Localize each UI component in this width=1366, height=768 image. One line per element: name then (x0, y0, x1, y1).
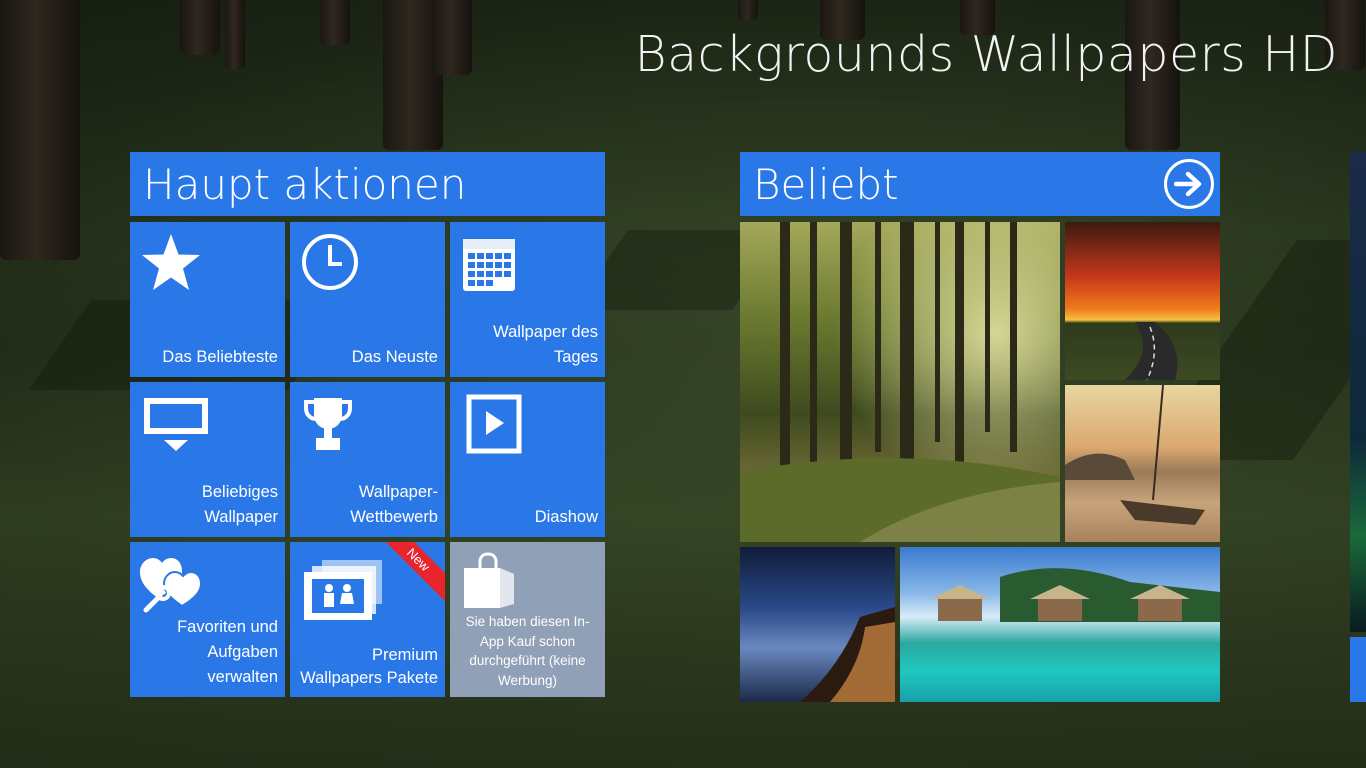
tile-label-line: Wallpapers Pakete (300, 669, 438, 687)
tile-newest[interactable]: Das Neuste (290, 222, 445, 377)
tile-label-line: Aufgaben (207, 643, 278, 661)
tile-label: Wallpaper des Tages (493, 320, 598, 370)
next-group-tile[interactable] (1350, 637, 1366, 702)
tile-random-wallpaper[interactable]: Beliebiges Wallpaper (130, 382, 285, 537)
group-title: Beliebt (753, 159, 899, 209)
tile-label-line: Wallpaper- (358, 483, 438, 501)
photo-forest[interactable] (740, 222, 1060, 542)
tile-premium-packs[interactable]: New Premium Wallpapers Pakete (290, 542, 445, 697)
premium-packs-icon (302, 558, 386, 626)
group-header-main[interactable]: Haupt aktionen (130, 152, 605, 216)
next-group-preview[interactable] (1350, 152, 1366, 632)
group-header-popular[interactable]: Beliebt (740, 152, 1220, 216)
star-icon (140, 232, 202, 298)
tree-trunk (432, 0, 472, 75)
tile-label-line: Wettbewerb (350, 508, 438, 526)
photo-beach-boat[interactable] (1065, 385, 1220, 542)
clock-icon (300, 232, 360, 296)
tile-label: Premium Wallpapers Pakete (300, 644, 438, 690)
tile-label-line: durchgeführt (keine (469, 653, 586, 668)
tile-label: Das Beliebteste (162, 348, 278, 366)
tile-label: Diashow (534, 508, 598, 526)
tile-slideshow[interactable]: Diashow (450, 382, 605, 537)
photo-tropical-bungalows[interactable] (900, 547, 1220, 702)
photo-city-night-sky[interactable] (740, 547, 895, 702)
tile-wallpaper-of-the-day[interactable]: Wallpaper des Tages (450, 222, 605, 377)
tile-label-line: Wallpaper des (493, 323, 598, 341)
tile-label-line: Tages (553, 348, 598, 366)
tile-label: Wallpaper- Wettbewerb (350, 480, 438, 530)
tile-label: Favoriten und Aufgaben verwalten (177, 615, 278, 690)
shopping-bag-icon (462, 552, 518, 614)
app-background: { "app": { "title": "Backgrounds Wallpap… (0, 0, 1366, 768)
tile-label: Sie haben diesen In- App Kauf schon durc… (456, 612, 599, 690)
tile-label-line: verwalten (207, 668, 278, 686)
tile-in-app-purchase[interactable]: Sie haben diesen In- App Kauf schon durc… (450, 542, 605, 697)
tile-label-line: Sie haben diesen In- (465, 614, 590, 629)
tree-trunk (738, 0, 758, 20)
tile-label-line: Premium (371, 646, 438, 664)
tile-label-line: Favoriten und (177, 618, 278, 636)
tile-most-popular[interactable]: Das Beliebteste (130, 222, 285, 377)
tile-label-line: Wallpaper (204, 508, 278, 526)
trophy-icon (304, 396, 352, 456)
tree-trunk (320, 0, 350, 45)
slideshow-play-icon (466, 394, 522, 458)
tile-wallpaper-contest[interactable]: Wallpaper- Wettbewerb (290, 382, 445, 537)
tile-label-line: Werbung) (497, 672, 558, 688)
tile-label: Beliebiges Wallpaper (202, 480, 278, 530)
tile-label-line: Beliebiges (201, 483, 278, 501)
monitor-icon (144, 398, 208, 458)
photo-sunset-road[interactable] (1065, 222, 1220, 380)
tree-trunk (180, 0, 220, 55)
group-title: Haupt aktionen (143, 159, 467, 209)
tree-trunk (225, 0, 245, 70)
tile-label-line: App Kauf schon (479, 633, 576, 649)
calendar-icon (462, 238, 516, 296)
arrow-right-icon[interactable] (1164, 159, 1214, 209)
app-title: Backgrounds Wallpapers HD (634, 26, 1338, 83)
tile-favorites-tasks[interactable]: Favoriten und Aufgaben verwalten (130, 542, 285, 697)
tile-label: Das Neuste (351, 348, 438, 366)
hearts-wrench-icon (138, 554, 203, 618)
tree-trunk (0, 0, 80, 260)
